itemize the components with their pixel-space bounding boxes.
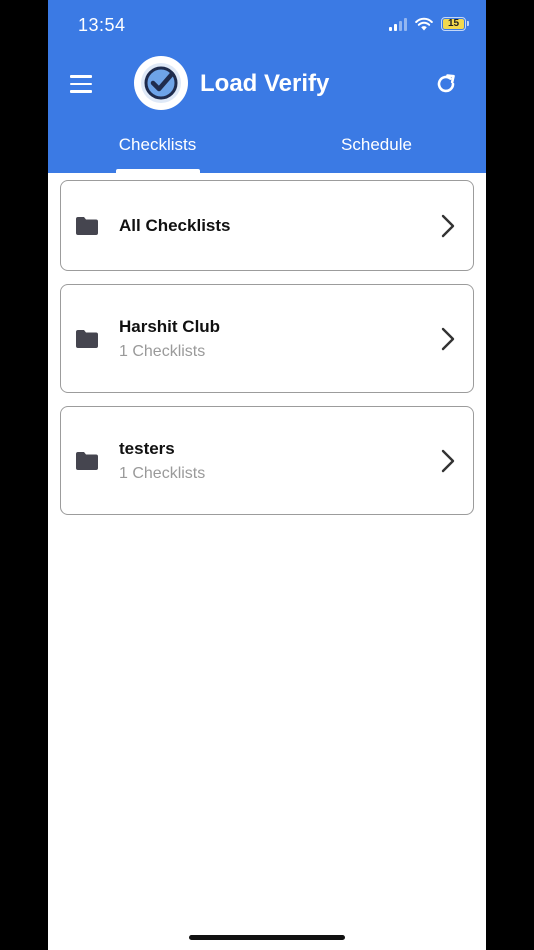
battery-icon: 15 — [441, 17, 469, 31]
folder-title: All Checklists — [119, 215, 231, 235]
chevron-right-icon — [441, 327, 455, 350]
folder-checklist-count: 1 Checklists — [119, 464, 206, 482]
app-screen: 13:54 15 Load Verify Checklists Schedule… — [48, 0, 486, 950]
folder-icon — [76, 216, 98, 235]
tab-checklists[interactable]: Checklists — [48, 125, 267, 173]
app-title: Load Verify — [200, 70, 330, 97]
chevron-right-icon — [441, 449, 455, 472]
battery-level: 15 — [443, 19, 464, 29]
folder-icon — [76, 451, 98, 470]
refresh-icon[interactable] — [434, 72, 458, 96]
folder-title: testers — [119, 438, 175, 458]
wifi-icon — [415, 17, 433, 31]
cellular-signal-icon — [389, 17, 407, 31]
tab-schedule[interactable]: Schedule — [267, 125, 486, 173]
folder-checklist-count: 1 Checklists — [119, 342, 206, 360]
folder-title: Harshit Club — [119, 316, 221, 336]
tab-bar: Checklists Schedule — [48, 125, 486, 173]
hamburger-menu-icon[interactable] — [70, 75, 92, 93]
app-logo-checkmark-icon — [134, 56, 188, 110]
folder-card-testers[interactable]: testers 1 Checklists — [60, 406, 474, 515]
folder-card-text: Harshit Club 1 Checklists — [119, 317, 220, 361]
folder-card-text: All Checklists — [119, 216, 231, 236]
folder-card-text: testers 1 Checklists — [119, 439, 205, 483]
home-indicator[interactable] — [189, 935, 345, 940]
chevron-right-icon — [441, 214, 455, 237]
app-header: 13:54 15 Load Verify Checklists Schedule — [48, 0, 486, 173]
folder-card-harshit-club[interactable]: Harshit Club 1 Checklists — [60, 284, 474, 393]
status-time: 13:54 — [78, 15, 126, 35]
folder-icon — [76, 329, 98, 348]
status-icons: 15 — [389, 17, 469, 31]
folder-list: All Checklists Harshit Club 1 Checklists — [60, 180, 474, 528]
folder-card-all-checklists[interactable]: All Checklists — [60, 180, 474, 271]
